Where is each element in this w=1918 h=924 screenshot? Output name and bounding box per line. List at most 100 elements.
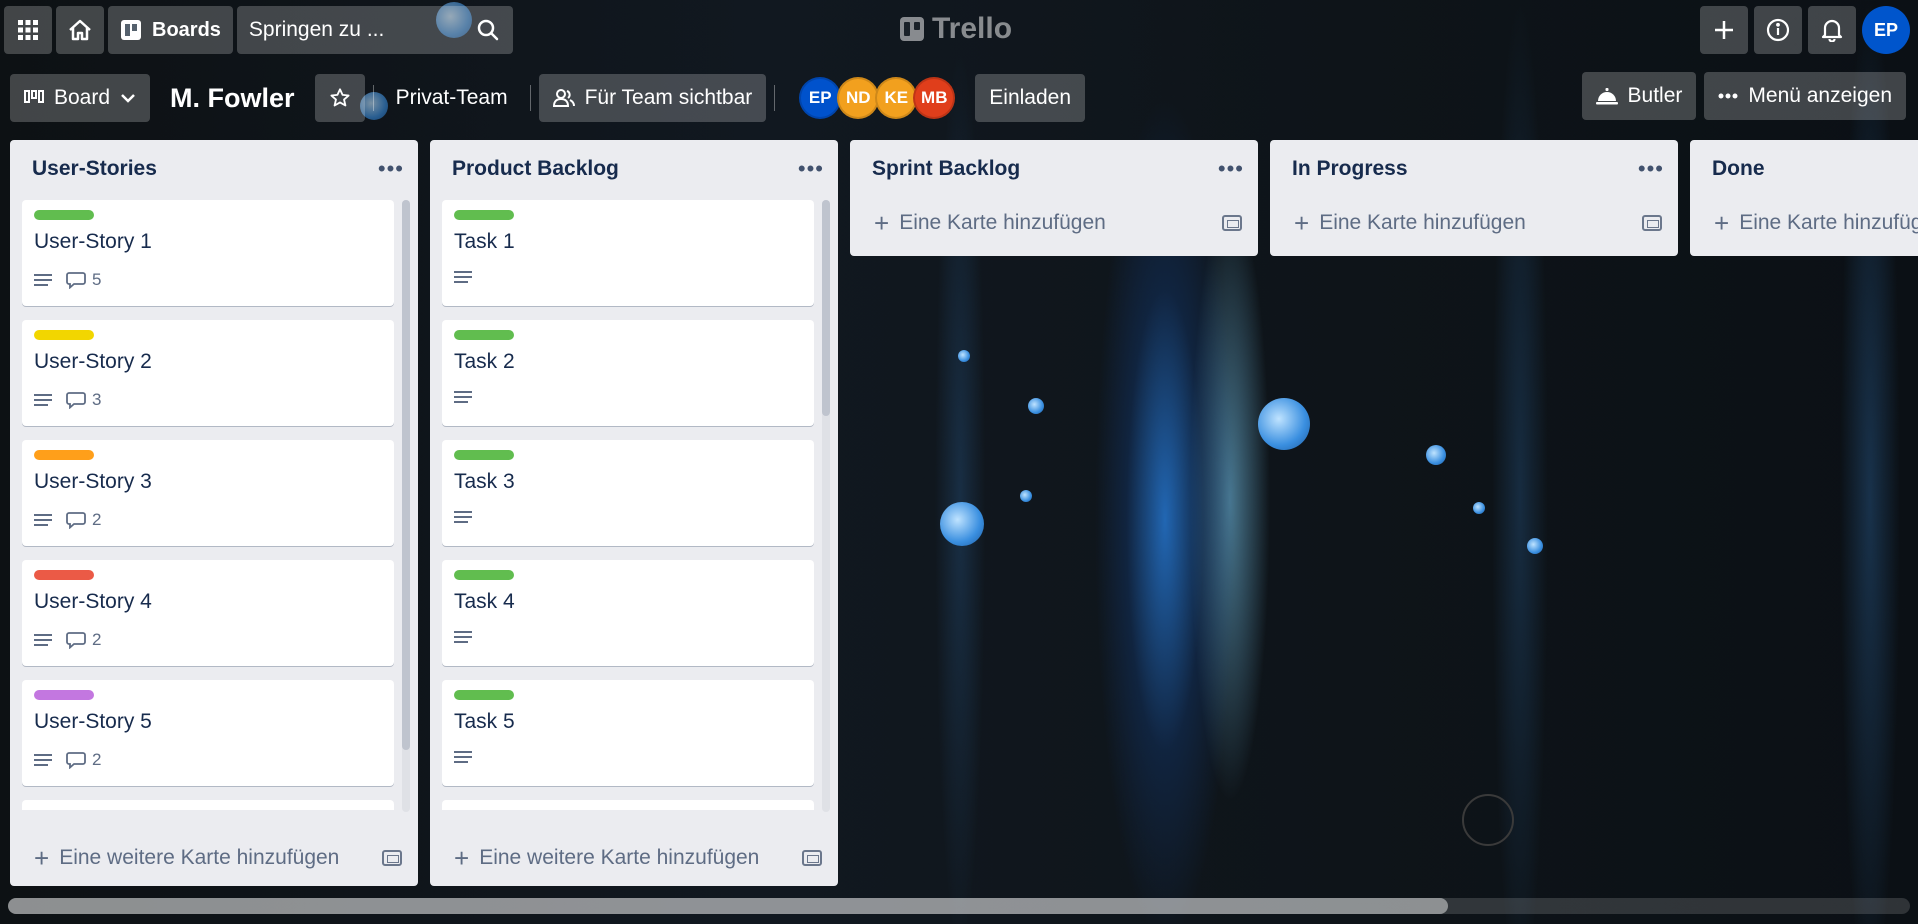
member-avatar[interactable]: KE: [875, 77, 918, 119]
list-header[interactable]: User-Stories •••: [10, 140, 418, 198]
card-label-yellow[interactable]: [34, 330, 94, 340]
card-template-icon[interactable]: [382, 850, 402, 866]
card[interactable]: [22, 800, 394, 810]
list-user-stories: User-Stories ••• User-Story 1 5 User-Sto…: [10, 140, 418, 886]
card-label-purple[interactable]: [34, 690, 94, 700]
board-scrollbar-thumb[interactable]: [8, 898, 1448, 914]
member-avatar[interactable]: MB: [913, 77, 956, 119]
card[interactable]: Task 5: [442, 680, 814, 786]
add-card-footer: + Eine weitere Karte hinzufügen: [10, 830, 418, 886]
notifications-button[interactable]: [1808, 6, 1856, 54]
list-title[interactable]: In Progress: [1292, 157, 1408, 181]
card[interactable]: User-Story 2 3: [22, 320, 394, 426]
star-button[interactable]: [314, 74, 365, 122]
list-menu-icon[interactable]: •••: [378, 158, 404, 180]
board-view-switcher[interactable]: Board: [10, 74, 151, 122]
bell-icon: [1821, 18, 1843, 42]
team-button[interactable]: Privat-Team: [382, 74, 522, 122]
comment-badge: 3: [66, 390, 101, 410]
search-placeholder: Springen zu ...: [248, 18, 385, 41]
card-label-red[interactable]: [34, 570, 94, 580]
show-menu-button[interactable]: Menü anzeigen: [1704, 72, 1906, 120]
card-template-icon[interactable]: [1642, 215, 1662, 231]
comment-badge: 5: [66, 270, 101, 290]
board-horizontal-scrollbar[interactable]: [8, 898, 1910, 914]
card[interactable]: [442, 800, 814, 810]
search-input[interactable]: Springen zu ...: [236, 6, 513, 54]
invite-button[interactable]: Einladen: [975, 74, 1085, 122]
card-label-orange[interactable]: [34, 450, 94, 460]
boards-button[interactable]: Boards: [108, 6, 233, 54]
card-badges: 2: [34, 750, 101, 770]
member-avatar[interactable]: ND: [837, 77, 880, 119]
list-title[interactable]: Done: [1712, 157, 1765, 181]
list-done: Done + Eine Karte hinzufügen: [1690, 140, 1918, 256]
trello-logo[interactable]: Trello: [900, 12, 1012, 46]
home-button[interactable]: [56, 6, 104, 54]
card[interactable]: Task 1: [442, 200, 814, 306]
create-button[interactable]: [1700, 6, 1748, 54]
list-menu-icon[interactable]: •••: [1218, 158, 1244, 180]
board-view-label: Board: [54, 86, 111, 109]
info-button[interactable]: [1754, 6, 1802, 54]
board-header-right: Butler Menü anzeigen: [1581, 72, 1906, 120]
description-icon: [34, 753, 52, 767]
board-title[interactable]: M. Fowler: [158, 83, 307, 114]
card-badges: [454, 390, 472, 404]
butler-button[interactable]: Butler: [1581, 72, 1697, 120]
list-in-progress: In Progress ••• + Eine Karte hinzufügen: [1270, 140, 1678, 256]
member-avatar[interactable]: EP: [799, 77, 842, 119]
list-header[interactable]: Done: [1690, 140, 1918, 198]
description-icon: [454, 630, 472, 644]
visibility-button[interactable]: Für Team sichtbar: [538, 74, 767, 122]
comment-icon: [66, 632, 86, 649]
add-card-label: Eine Karte hinzufügen: [899, 211, 1106, 234]
list-menu-icon[interactable]: •••: [1638, 158, 1664, 180]
card[interactable]: User-Story 5 2: [22, 680, 394, 786]
description-icon: [34, 273, 52, 287]
card[interactable]: User-Story 3 2: [22, 440, 394, 546]
add-card-button[interactable]: + Eine Karte hinzufügen: [1294, 210, 1526, 236]
list-scrollbar[interactable]: [402, 200, 410, 812]
card-label-green[interactable]: [454, 450, 514, 460]
list-header[interactable]: Sprint Backlog •••: [850, 140, 1258, 198]
list-title[interactable]: Product Backlog: [452, 157, 619, 181]
list-title[interactable]: User-Stories: [32, 157, 157, 181]
add-card-footer: + Eine Karte hinzufügen: [1270, 198, 1678, 248]
list-scrollbar[interactable]: [822, 200, 830, 812]
card-label-green[interactable]: [454, 690, 514, 700]
board-members: EP ND KE MB: [783, 77, 956, 119]
list-header[interactable]: In Progress •••: [1270, 140, 1678, 198]
card[interactable]: Task 2: [442, 320, 814, 426]
add-card-footer: + Eine weitere Karte hinzufügen: [430, 830, 838, 886]
list-menu-icon[interactable]: •••: [798, 158, 824, 180]
card-title: Task 4: [454, 590, 515, 613]
card[interactable]: Task 3: [442, 440, 814, 546]
card[interactable]: Task 4: [442, 560, 814, 666]
more-horizontal-icon: [1718, 93, 1738, 99]
description-icon: [454, 390, 472, 404]
card-badges: 3: [34, 390, 101, 410]
card-label-green[interactable]: [454, 330, 514, 340]
comment-icon: [66, 392, 86, 409]
card-template-icon[interactable]: [1222, 215, 1242, 231]
list-scrollbar-thumb[interactable]: [402, 200, 410, 750]
chevron-down-icon: [120, 93, 136, 103]
list-title[interactable]: Sprint Backlog: [872, 157, 1020, 181]
comment-count: 2: [92, 510, 102, 529]
add-card-button[interactable]: + Eine Karte hinzufügen: [1714, 210, 1918, 236]
user-avatar[interactable]: EP: [1862, 6, 1910, 54]
list-header[interactable]: Product Backlog •••: [430, 140, 838, 198]
card[interactable]: User-Story 4 2: [22, 560, 394, 666]
apps-menu-button[interactable]: [4, 6, 52, 54]
plus-icon: +: [1294, 208, 1310, 238]
list-scrollbar-thumb[interactable]: [822, 200, 830, 416]
card-label-green[interactable]: [454, 210, 514, 220]
card-label-green[interactable]: [454, 570, 514, 580]
add-card-button[interactable]: + Eine weitere Karte hinzufügen: [34, 845, 339, 871]
card-template-icon[interactable]: [802, 850, 822, 866]
card[interactable]: User-Story 1 5: [22, 200, 394, 306]
add-card-button[interactable]: + Eine Karte hinzufügen: [874, 210, 1106, 236]
card-label-green[interactable]: [34, 210, 94, 220]
add-card-button[interactable]: + Eine weitere Karte hinzufügen: [454, 845, 759, 871]
